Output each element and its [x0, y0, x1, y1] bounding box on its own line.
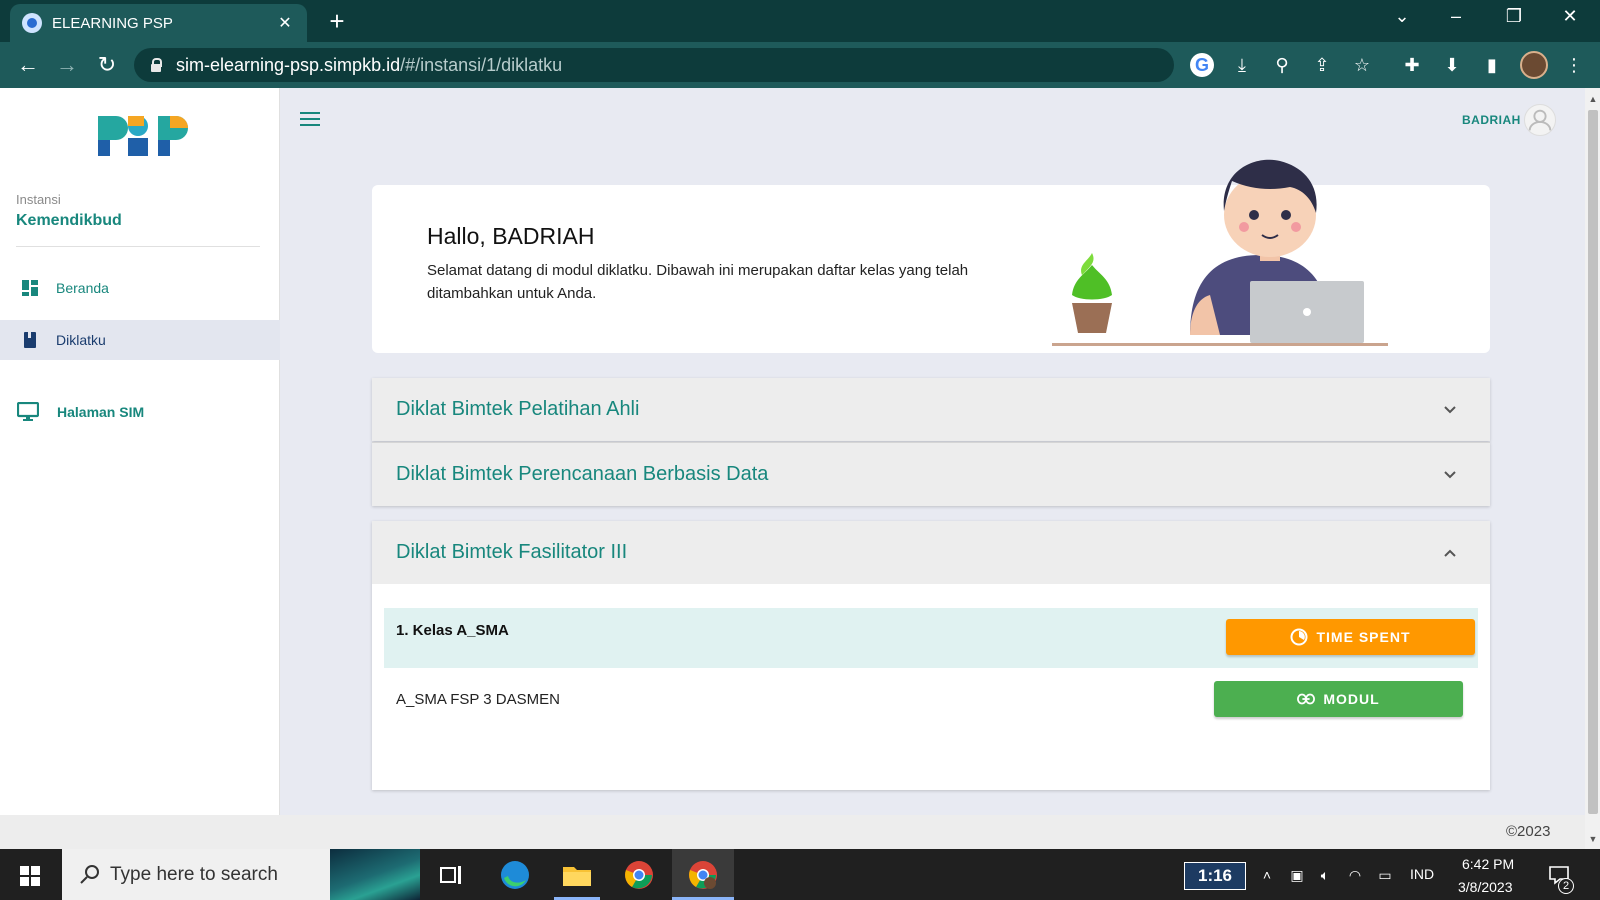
back-arrow-icon[interactable]: ←	[14, 51, 42, 79]
google-lens-icon[interactable]: G	[1190, 53, 1214, 77]
volume-icon[interactable]: 🔈︎	[1316, 866, 1334, 884]
tab-search-icon[interactable]: ⌄	[1382, 6, 1422, 27]
taskbar-date[interactable]: 3/8/2023	[1458, 879, 1513, 895]
bookmark-star-icon[interactable]: ☆	[1350, 53, 1374, 77]
wifi-icon[interactable]: ◠	[1346, 866, 1364, 884]
modul-label: MODUL	[1323, 691, 1380, 707]
footer	[280, 815, 1585, 849]
chrome-profile-avatar[interactable]	[1520, 51, 1548, 79]
browser-toolbar: ← → ↻ sim-elearning-psp.simpkb.id/#/inst…	[0, 42, 1600, 88]
chevron-down-icon[interactable]	[1440, 465, 1460, 485]
address-bar[interactable]: sim-elearning-psp.simpkb.id/#/instansi/1…	[134, 48, 1174, 82]
timer-icon	[1290, 628, 1308, 646]
side-panel-icon[interactable]: ▮	[1480, 53, 1504, 77]
user-avatar[interactable]	[1524, 104, 1556, 136]
language-indicator[interactable]: IND	[1410, 866, 1434, 882]
accordion-header[interactable]: Diklat Bimtek Fasilitator III	[372, 521, 1490, 584]
download-icon[interactable]: ⬇	[1440, 53, 1464, 77]
footer-left	[0, 815, 280, 849]
scroll-up-icon[interactable]: ▲	[1588, 94, 1598, 104]
copyright: ©2023	[1506, 823, 1551, 840]
lock-icon	[150, 58, 162, 72]
accordion-fasilitator-iii: Diklat Bimtek Fasilitator III 1. Kelas A…	[372, 521, 1490, 790]
minimize-button[interactable]: –	[1436, 6, 1476, 27]
search-highlight-image	[330, 849, 420, 900]
chevron-down-icon[interactable]	[1440, 400, 1460, 420]
sidebar-item-diklatku[interactable]: Diklatku	[0, 320, 280, 360]
psp-logo	[98, 116, 188, 156]
close-tab-icon[interactable]: ✕	[275, 13, 295, 33]
battery-icon[interactable]: ▭	[1376, 866, 1394, 884]
sidebar-item-label: Beranda	[56, 280, 109, 296]
modul-button[interactable]: MODUL	[1214, 681, 1463, 717]
sidebar-item-beranda[interactable]: Beranda	[0, 268, 280, 308]
task-view-icon[interactable]	[436, 858, 470, 892]
dashboard-icon	[22, 280, 38, 296]
page-scrollbar[interactable]: ▲ ▼	[1585, 88, 1600, 849]
restore-button[interactable]: ❐	[1494, 6, 1534, 27]
url-path: /#/instansi/1/diklatku	[400, 54, 563, 75]
accordion-perencanaan-data: Diklat Bimtek Perencanaan Berbasis Data	[372, 442, 1490, 506]
meet-now-icon[interactable]: ▣	[1288, 866, 1306, 884]
welcome-card: Hallo, BADRIAH Selamat datang di modul d…	[372, 159, 1490, 353]
close-window-button[interactable]: ✕	[1550, 6, 1590, 27]
book-icon	[24, 332, 36, 348]
sidebar: Instansi Kemendikbud Beranda Diklatku Ha…	[0, 88, 280, 815]
scroll-thumb[interactable]	[1588, 110, 1598, 814]
class-subtitle: A_SMA FSP 3 DASMEN	[396, 691, 560, 708]
accordion-pelatihan-ahli: Diklat Bimtek Pelatihan Ahli	[372, 378, 1490, 441]
browser-tab-bar: ELEARNING PSP ✕ + ⌄ – ❐ ✕	[0, 0, 1600, 42]
chrome-profile-icon[interactable]	[686, 858, 720, 892]
scroll-down-icon[interactable]: ▼	[1588, 834, 1598, 844]
sidebar-divider	[16, 246, 260, 247]
accordion-body: 1. Kelas A_SMA TIME SPENT A_SMA FSP 3 DA…	[372, 584, 1490, 790]
notification-count-badge: 2	[1558, 878, 1574, 894]
forward-arrow-icon[interactable]: →	[53, 51, 81, 79]
sidebar-item-label: Halaman SIM	[57, 404, 145, 420]
accordion-title: Diklat Bimtek Pelatihan Ahli	[396, 398, 640, 420]
recording-timer-badge[interactable]: 1:16	[1184, 862, 1246, 890]
site-favicon-icon	[22, 13, 42, 33]
person-laptop-illustration	[1052, 159, 1388, 346]
url-host: sim-elearning-psp.simpkb.id	[176, 54, 401, 75]
chevron-up-icon[interactable]	[1440, 543, 1460, 563]
file-explorer-icon[interactable]	[560, 858, 594, 892]
accordion-header[interactable]: Diklat Bimtek Pelatihan Ahli	[372, 378, 1490, 441]
taskbar-time[interactable]: 6:42 PM	[1462, 856, 1514, 872]
show-hidden-icons-chevron-icon[interactable]: ˄	[1258, 866, 1276, 884]
search-icon	[80, 865, 99, 884]
install-app-icon[interactable]: ⤓	[1230, 53, 1254, 77]
windows-start-icon[interactable]	[20, 866, 40, 886]
welcome-title: Hallo, BADRIAH	[427, 223, 595, 249]
time-spent-label: TIME SPENT	[1316, 629, 1411, 645]
share-icon[interactable]: ⇪	[1310, 53, 1334, 77]
accordion-title: Diklat Bimtek Fasilitator III	[396, 541, 628, 563]
instansi-value: Kemendikbud	[16, 212, 122, 229]
zoom-out-icon[interactable]: ⚲	[1270, 53, 1294, 77]
chrome-icon[interactable]	[622, 858, 656, 892]
extensions-puzzle-icon[interactable]: ✚	[1400, 53, 1424, 77]
welcome-text: Selamat datang di modul diklatku. Dibawa…	[427, 262, 969, 302]
sidebar-item-label: Diklatku	[56, 332, 106, 348]
new-tab-button[interactable]: +	[322, 7, 352, 37]
sidebar-item-halaman-sim[interactable]: Halaman SIM	[0, 392, 280, 432]
instansi-label: Instansi	[16, 192, 61, 207]
reload-icon[interactable]: ↻	[93, 51, 121, 79]
browser-tab[interactable]: ELEARNING PSP ✕	[10, 4, 307, 42]
monitor-icon	[17, 402, 39, 421]
accordion-title: Diklat Bimtek Perencanaan Berbasis Data	[396, 463, 769, 485]
user-name[interactable]: BADRIAH	[1462, 113, 1521, 127]
link-icon	[1297, 693, 1316, 705]
class-row: 1. Kelas A_SMA TIME SPENT	[384, 608, 1478, 668]
tab-title: ELEARNING PSP	[52, 14, 173, 32]
chrome-menu-icon[interactable]: ⋮	[1562, 53, 1586, 77]
taskbar-search-placeholder: Type here to search	[110, 863, 278, 885]
class-title: 1. Kelas A_SMA	[396, 622, 509, 639]
accordion-header[interactable]: Diklat Bimtek Perencanaan Berbasis Data	[372, 443, 1490, 506]
edge-browser-icon[interactable]	[498, 858, 532, 892]
menu-hamburger-icon[interactable]	[300, 112, 320, 126]
user-avatar-icon	[1528, 109, 1552, 131]
taskbar-search-box[interactable]: Type here to search	[62, 849, 420, 900]
time-spent-button[interactable]: TIME SPENT	[1226, 619, 1475, 655]
